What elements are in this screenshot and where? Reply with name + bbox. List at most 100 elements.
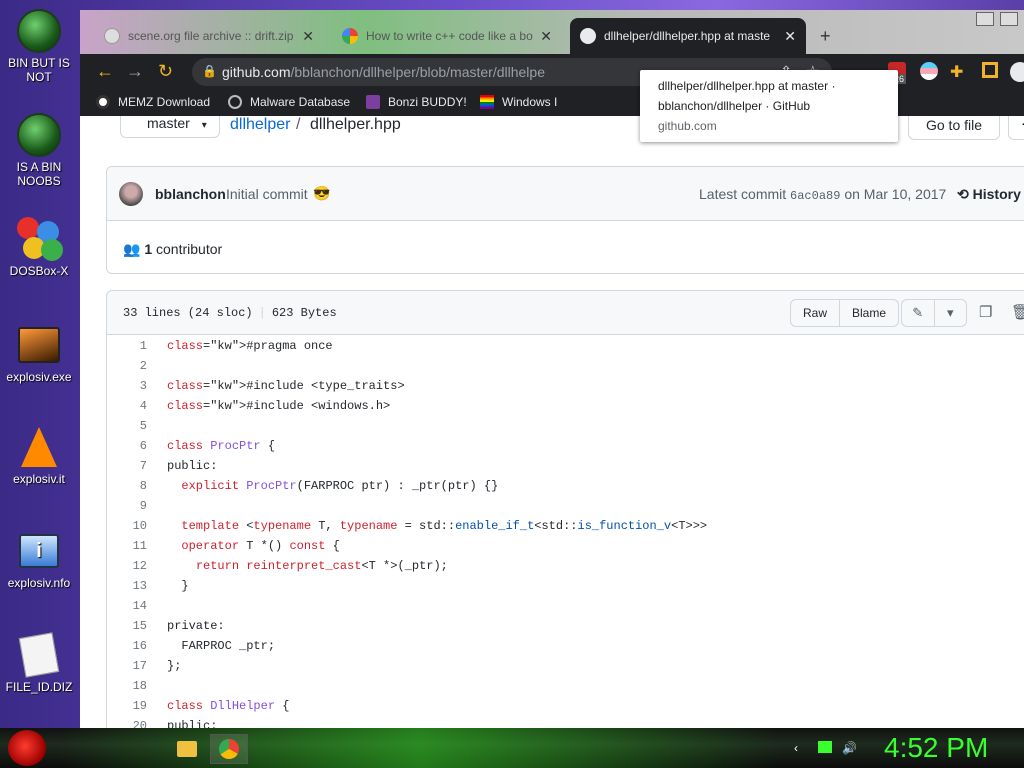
- line-number[interactable]: 18: [107, 679, 147, 693]
- commit-message[interactable]: Initial commit: [226, 186, 308, 202]
- memz-icon: [96, 95, 110, 109]
- side-panel-icon[interactable]: [982, 62, 998, 78]
- chevron-down-icon[interactable]: ▾: [933, 300, 967, 326]
- taskbar-clock[interactable]: 4:52 PM: [884, 732, 988, 764]
- desktop-icon-explosiv-nfo[interactable]: i explosiv.nfo: [0, 528, 78, 590]
- blame-button[interactable]: Blame: [839, 300, 898, 326]
- tab-strip: scene.org file archive :: drift.zip ✕ Ho…: [80, 10, 1024, 54]
- line-number[interactable]: 17: [107, 659, 147, 673]
- line-number[interactable]: 5: [107, 419, 147, 433]
- window-controls: [976, 12, 1018, 26]
- chrome-icon[interactable]: [210, 734, 248, 764]
- close-icon[interactable]: ✕: [302, 28, 314, 45]
- line-number[interactable]: 10: [107, 519, 147, 533]
- more-options-button[interactable]: ···: [1008, 116, 1024, 140]
- copy-icon[interactable]: ❐: [979, 303, 992, 321]
- line-number[interactable]: 11: [107, 539, 147, 553]
- line-number[interactable]: 4: [107, 399, 147, 413]
- dosbox-icon: [16, 216, 63, 262]
- pencil-edit-icon[interactable]: ✎: [902, 300, 934, 326]
- commit-author[interactable]: bblanchon: [155, 186, 226, 202]
- desktop-icon-label: explosiv.it: [13, 472, 65, 486]
- battery-icon[interactable]: [818, 741, 832, 753]
- close-icon[interactable]: ✕: [540, 28, 552, 45]
- reload-icon[interactable]: ↻: [158, 61, 173, 82]
- desktop-icon-explosiv-exe[interactable]: explosiv.exe: [0, 322, 78, 384]
- vlc-cone-icon: [16, 424, 62, 470]
- file-viewer: 33 lines (24 sloc) | 623 Bytes Raw Blame ✎…: [106, 290, 1024, 728]
- desktop-icon-bin-but-is-not[interactable]: BIN BUT IS NOT: [0, 8, 78, 84]
- raw-button[interactable]: Raw: [791, 300, 839, 326]
- people-icon: 👥: [123, 241, 141, 257]
- line-count: 33 lines (24 sloc): [123, 306, 253, 320]
- latest-commit-info: Latest commit 6ac0a89 on Mar 10, 2017: [699, 186, 946, 203]
- minimize-button[interactable]: [976, 12, 994, 26]
- line-number[interactable]: 20: [107, 719, 147, 728]
- file-explorer-icon[interactable]: [168, 734, 206, 764]
- angry-bird-start-icon[interactable]: [8, 730, 46, 766]
- history-label: History: [972, 186, 1021, 202]
- desktop-icon-label: FILE_ID.DIZ: [5, 680, 73, 694]
- breadcrumb-separator: /: [296, 116, 301, 133]
- desktop-icon-explosiv-it[interactable]: explosiv.it: [0, 424, 78, 486]
- line-number[interactable]: 8: [107, 479, 147, 493]
- line-number[interactable]: 6: [107, 439, 147, 453]
- back-arrow-icon[interactable]: ←: [96, 61, 114, 82]
- forward-arrow-icon[interactable]: →: [126, 61, 144, 82]
- puzzle-extensions-icon[interactable]: ✚: [950, 62, 963, 82]
- chevron-tray-icon[interactable]: ‹: [794, 741, 798, 755]
- line-number[interactable]: 13: [107, 579, 147, 593]
- line-number[interactable]: 7: [107, 459, 147, 473]
- new-tab-button[interactable]: +: [820, 26, 831, 47]
- globe-icon: [228, 95, 242, 109]
- bookmark-label: MEMZ Download: [118, 95, 211, 109]
- file-header: 33 lines (24 sloc) | 623 Bytes Raw Blame ✎…: [107, 291, 1024, 335]
- line-number[interactable]: 9: [107, 499, 147, 513]
- line-number[interactable]: 1: [107, 339, 147, 353]
- line-number[interactable]: 19: [107, 699, 147, 713]
- code-line: }: [167, 579, 189, 593]
- profile-avatar-icon[interactable]: [1010, 62, 1024, 82]
- contributors-link[interactable]: 👥 1 contributor: [123, 241, 222, 258]
- line-number[interactable]: 14: [107, 599, 147, 613]
- line-number[interactable]: 3: [107, 379, 147, 393]
- commit-date: on Mar 10, 2017: [844, 186, 947, 202]
- code-line: class="kw">#include <windows.h>: [167, 399, 391, 413]
- history-button[interactable]: ⟲ History: [957, 186, 1021, 203]
- branch-select-button[interactable]: master ▾: [120, 116, 220, 138]
- tab-github-dllhelper[interactable]: dllhelper/dllhelper.hpp at maste ✕: [570, 18, 806, 54]
- url-host: github.com: [222, 64, 291, 80]
- desktop-icon-label: DOSBox-X: [9, 264, 69, 278]
- line-number[interactable]: 16: [107, 639, 147, 653]
- tab-scene-org[interactable]: scene.org file archive :: drift.zip ✕: [94, 18, 324, 54]
- desktop-icon-file-id-diz[interactable]: FILE_ID.DIZ: [0, 632, 78, 694]
- bookmark-memz-download[interactable]: MEMZ Download: [96, 95, 210, 109]
- trash-icon[interactable]: 🗑: [1011, 303, 1024, 321]
- info-monitor-icon: i: [16, 528, 62, 574]
- volume-icon[interactable]: 🔊: [842, 741, 857, 755]
- go-to-file-button[interactable]: Go to file: [908, 116, 1000, 140]
- close-icon[interactable]: ✕: [784, 28, 796, 45]
- tab-google-search[interactable]: How to write c++ code like a bo ✕: [332, 18, 562, 54]
- desktop-icon-label: IS A BIN: [16, 160, 62, 174]
- text-file-icon: [16, 632, 62, 678]
- bookmark-bonzi-buddy[interactable]: Bonzi BUDDY!: [366, 95, 467, 109]
- tooltip-domain: github.com: [658, 119, 717, 133]
- line-number[interactable]: 12: [107, 559, 147, 573]
- github-file-page: master ▾ dllhelper / dllhelper.hpp Go to…: [80, 116, 1024, 728]
- tab-hover-tooltip: dllhelper/dllhelper.hpp at master · bbla…: [640, 70, 898, 142]
- bookmark-malware-database[interactable]: Malware Database: [228, 95, 350, 109]
- line-number[interactable]: 2: [107, 359, 147, 373]
- desktop-icon-dosbox-x[interactable]: DOSBox-X: [0, 216, 78, 278]
- maximize-button[interactable]: [1000, 12, 1018, 26]
- code-line: public:: [167, 459, 218, 473]
- avatar[interactable]: [119, 182, 143, 206]
- line-number[interactable]: 15: [107, 619, 147, 633]
- commit-sha-link[interactable]: 6ac0a89: [790, 189, 840, 203]
- bookmark-windows[interactable]: Windows I: [480, 95, 557, 109]
- trans-flag-extension-icon[interactable]: [920, 62, 938, 80]
- repo-link[interactable]: dllhelper: [230, 116, 290, 134]
- desktop-icon-is-a-bin-noobs[interactable]: IS A BIN NOOBS: [0, 112, 78, 188]
- desktop-icon-label: explosiv.exe: [6, 370, 72, 384]
- code-line: explicit ProcPtr(FARPROC ptr) : _ptr(ptr…: [181, 479, 499, 493]
